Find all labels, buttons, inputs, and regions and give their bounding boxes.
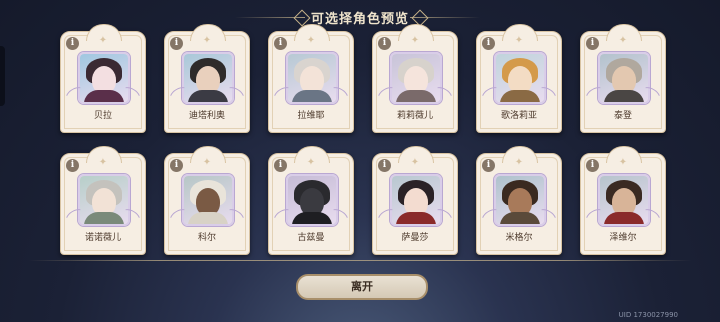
sparkle-icon: ✦ xyxy=(98,157,108,168)
character-card[interactable]: i ✦ 歌洛莉亚 xyxy=(476,24,562,133)
leave-button[interactable]: 离开 xyxy=(296,274,428,300)
title-ornament-line-right xyxy=(410,17,480,18)
character-card[interactable]: i ✦ 米格尔 xyxy=(476,146,562,255)
character-name: 米格尔 xyxy=(505,233,533,243)
sparkle-icon: ✦ xyxy=(514,157,524,168)
sparkle-icon: ✦ xyxy=(618,157,628,168)
character-card[interactable]: i ✦ 古兹曼 xyxy=(268,146,354,255)
divider-line xyxy=(28,260,692,261)
info-icon[interactable]: i xyxy=(378,159,391,172)
info-icon[interactable]: i xyxy=(482,37,495,50)
info-icon[interactable]: i xyxy=(170,37,183,50)
sparkle-icon: ✦ xyxy=(202,157,212,168)
character-card[interactable]: i ✦ 迪塔利奥 xyxy=(164,24,250,133)
character-name: 泰登 xyxy=(613,111,632,121)
left-edge-notch xyxy=(0,46,5,106)
character-name: 科尔 xyxy=(197,233,216,243)
sparkle-icon: ✦ xyxy=(202,35,212,46)
character-card[interactable]: i ✦ 拉维耶 xyxy=(268,24,354,133)
info-icon[interactable]: i xyxy=(274,37,287,50)
sparkle-icon: ✦ xyxy=(306,157,316,168)
character-name: 莉莉薇儿 xyxy=(396,111,433,121)
character-card[interactable]: i ✦ 贝拉 xyxy=(60,24,146,133)
sparkle-icon: ✦ xyxy=(410,35,420,46)
info-icon[interactable]: i xyxy=(66,159,79,172)
info-icon[interactable]: i xyxy=(482,159,495,172)
sparkle-icon: ✦ xyxy=(306,35,316,46)
character-name: 古兹曼 xyxy=(297,233,325,243)
character-name: 歌洛莉亚 xyxy=(500,111,537,121)
sparkle-icon: ✦ xyxy=(514,35,524,46)
character-name: 迪塔利奥 xyxy=(188,111,225,121)
character-name: 萨曼莎 xyxy=(401,233,429,243)
character-card[interactable]: i ✦ 莉莉薇儿 xyxy=(372,24,458,133)
sparkle-icon: ✦ xyxy=(98,35,108,46)
character-name: 诺诺薇儿 xyxy=(84,233,121,243)
character-card[interactable]: i ✦ 泽维尔 xyxy=(580,146,666,255)
character-name: 泽维尔 xyxy=(609,233,637,243)
character-name: 贝拉 xyxy=(93,111,112,121)
character-card[interactable]: i ✦ 诺诺薇儿 xyxy=(60,146,146,255)
sparkle-icon: ✦ xyxy=(618,35,628,46)
info-icon[interactable]: i xyxy=(274,159,287,172)
character-card[interactable]: i ✦ 科尔 xyxy=(164,146,250,255)
info-icon[interactable]: i xyxy=(170,159,183,172)
character-card[interactable]: i ✦ 萨曼莎 xyxy=(372,146,458,255)
character-card[interactable]: i ✦ 泰登 xyxy=(580,24,666,133)
character-name: 拉维耶 xyxy=(297,111,325,121)
sparkle-icon: ✦ xyxy=(410,157,420,168)
info-icon[interactable]: i xyxy=(378,37,391,50)
info-icon[interactable]: i xyxy=(66,37,79,50)
uid-label: UID 1730027990 xyxy=(618,311,678,319)
info-icon[interactable]: i xyxy=(586,37,599,50)
info-icon[interactable]: i xyxy=(586,159,599,172)
